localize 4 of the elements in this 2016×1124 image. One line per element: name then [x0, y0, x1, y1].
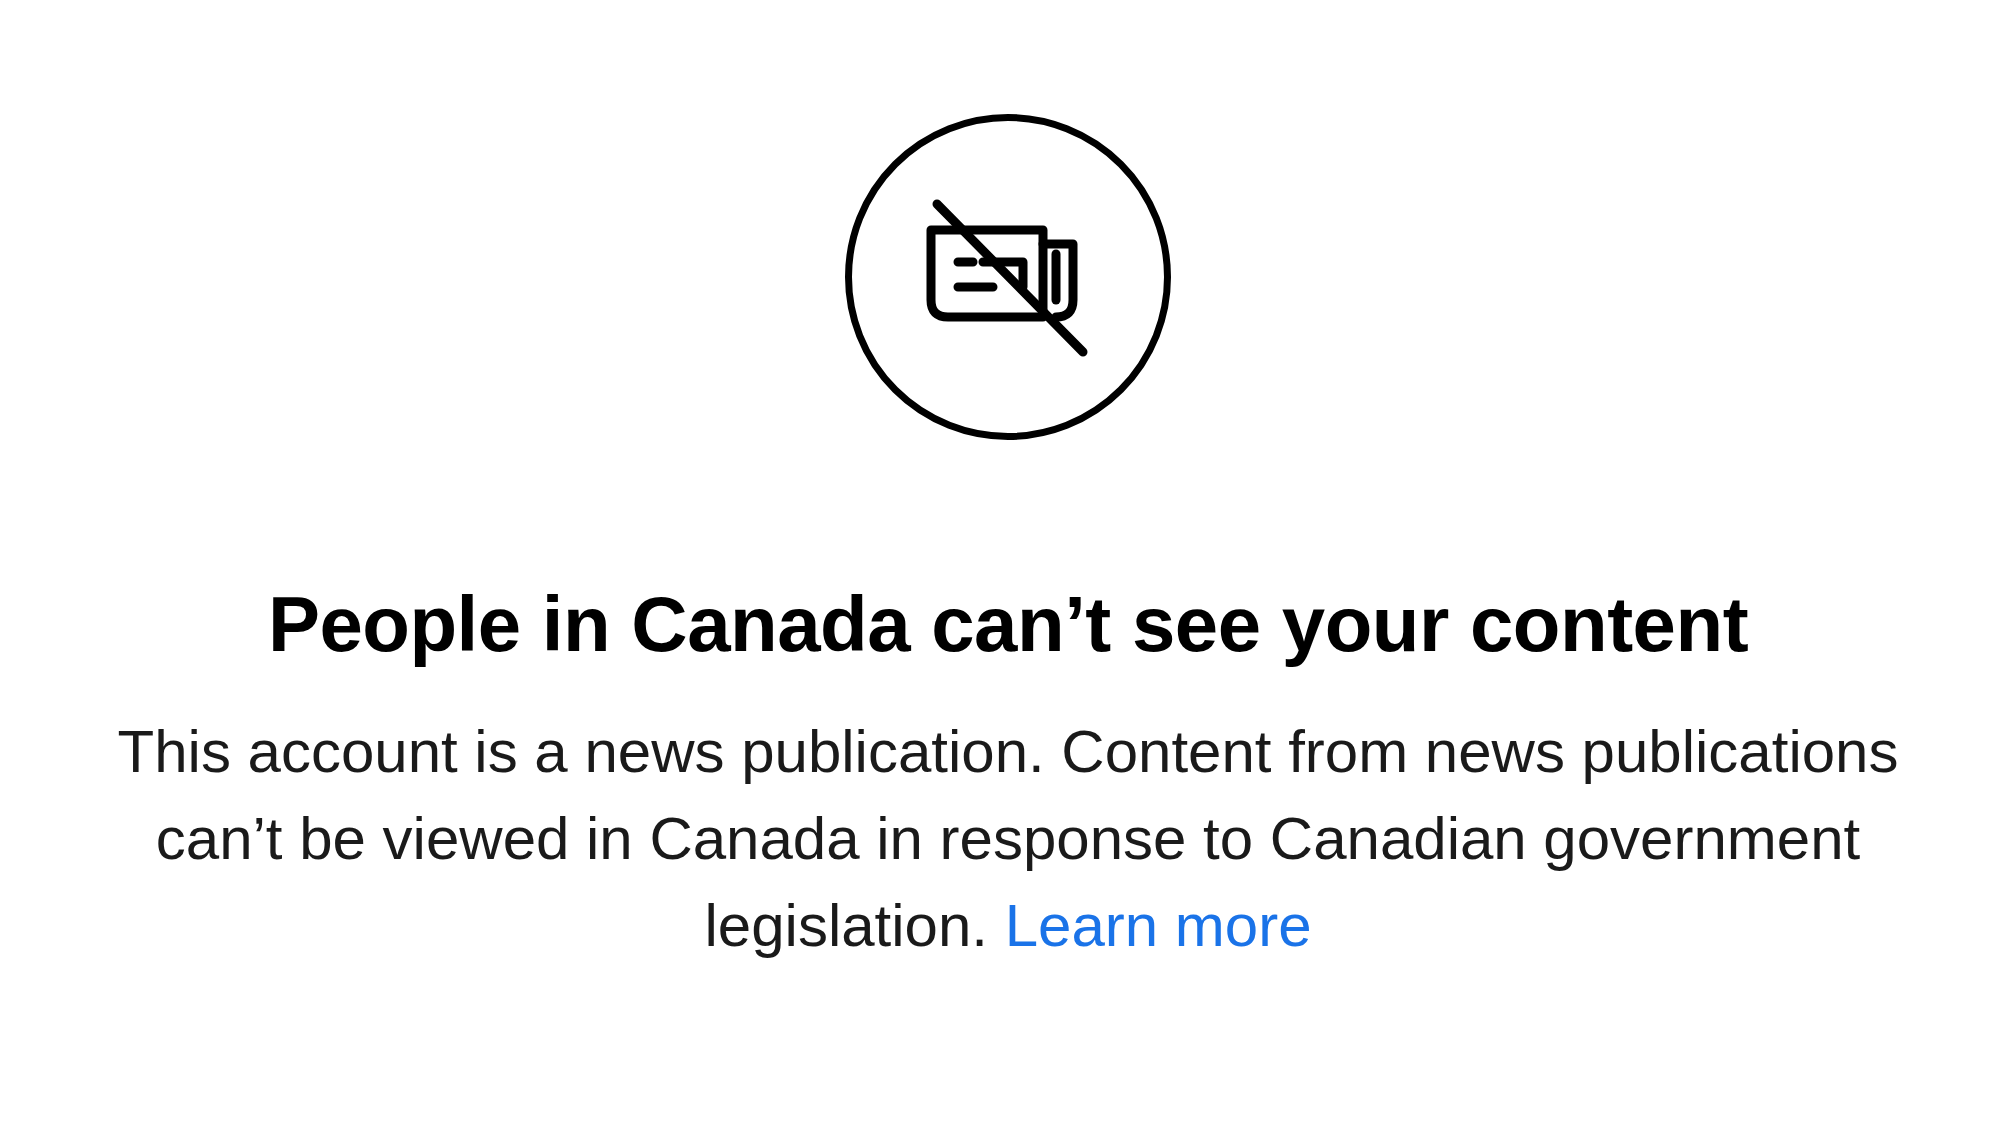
notice-title: People in Canada can’t see your content	[267, 579, 1749, 670]
notice-description: This account is a news publication. Content from news publications can’t be viewed in Canada in response to Canadian government legislation. Learn more	[116, 717, 1900, 961]
news-off-icon	[845, 114, 1171, 440]
learn-more-link[interactable]: Learn more	[1004, 892, 1312, 959]
